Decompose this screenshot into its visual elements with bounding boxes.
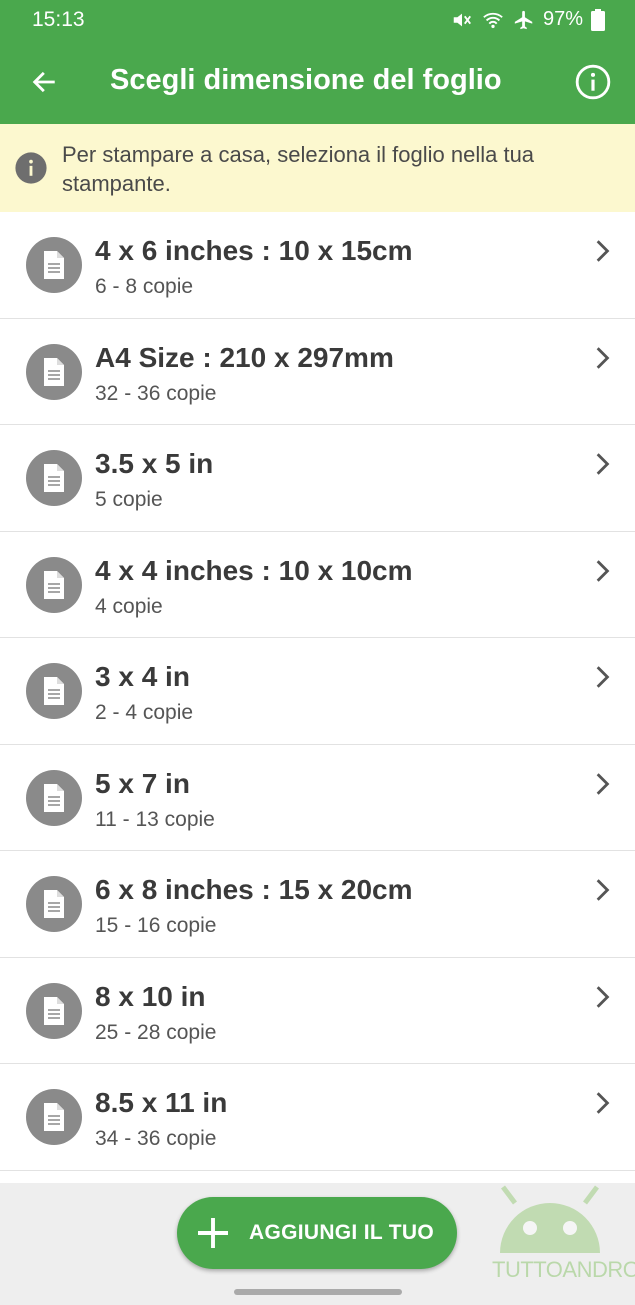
document-icon: [26, 343, 82, 400]
watermark-text: TUTTOANDROID: [492, 1257, 635, 1282]
list-item[interactable]: 3 x 4 in 2 - 4 copie: [0, 638, 635, 745]
add-your-own-button[interactable]: AGGIUNGI IL TUO: [177, 1197, 457, 1269]
battery-percent: 97%: [542, 8, 583, 30]
watermark-logo: TUTTOANDROID: [490, 1183, 635, 1293]
size-copies: 32 - 36 copie: [95, 381, 217, 405]
chevron-right-icon: [596, 453, 610, 475]
size-copies: 2 - 4 copie: [95, 701, 194, 724]
document-icon: [26, 450, 82, 506]
size-title: 3.5 x 5 in: [95, 448, 214, 479]
list-item[interactable]: 4 x 6 inches : 10 x 15cm 6 - 8 copie: [0, 212, 635, 319]
battery-icon: [591, 8, 605, 31]
status-bar: 15:13 97%: [0, 0, 635, 40]
home-indicator[interactable]: [234, 1289, 402, 1295]
size-title: 8 x 10 in: [95, 980, 206, 1012]
size-title: 4 x 4 inches : 10 x 10cm: [95, 554, 413, 586]
document-icon: [26, 556, 82, 613]
chevron-right-icon: [596, 240, 610, 262]
document-icon: [26, 982, 82, 1039]
size-copies: 4 copie: [95, 594, 163, 618]
add-your-own-label: AGGIUNGI IL TUO: [249, 1221, 434, 1244]
chevron-right-icon: [596, 772, 610, 795]
size-title: 6 x 8 inches : 15 x 20cm: [95, 874, 413, 905]
arrow-back-icon: [32, 71, 55, 93]
list-item[interactable]: 8 x 10 in 25 - 28 copie: [0, 957, 635, 1064]
chevron-right-icon: [596, 1092, 610, 1114]
size-copies: 25 - 28 copie: [95, 1020, 217, 1044]
document-icon: [26, 663, 82, 719]
size-copies: 34 - 36 copie: [95, 1127, 217, 1150]
size-copies: 6 - 8 copie: [95, 275, 194, 298]
size-copies: 5 copie: [95, 488, 163, 511]
document-icon: [26, 237, 82, 293]
list-item[interactable]: 3.5 x 5 in 5 copie: [0, 425, 635, 532]
list-item[interactable]: 5 x 7 in 11 - 13 copie: [0, 744, 635, 851]
list-item[interactable]: 8.5 x 11 in 34 - 36 copie: [0, 1064, 635, 1171]
status-time: 15:13: [32, 8, 85, 31]
plus-icon: [198, 1218, 228, 1248]
size-copies: 11 - 13 copie: [95, 807, 215, 831]
document-icon: [26, 769, 82, 826]
banner-text: Per stampare a casa, seleziona il foglio…: [62, 142, 535, 196]
chevron-right-icon: [596, 879, 610, 901]
info-button[interactable]: [571, 60, 615, 104]
page-title: Scegli dimensione del foglio: [110, 64, 502, 96]
size-title: A4 Size : 210 x 297mm: [95, 341, 394, 373]
info-outline-icon: [575, 64, 611, 100]
app-bar: Scegli dimensione del foglio: [0, 40, 635, 124]
size-copies: 15 - 16 copie: [95, 914, 217, 937]
size-title: 4 x 6 inches : 10 x 15cm: [95, 235, 413, 266]
info-icon: [15, 152, 47, 184]
paper-size-list: 4 x 6 inches : 10 x 15cm 6 - 8 copie A4 …: [0, 212, 635, 1171]
airplane-icon: [514, 10, 533, 29]
size-title: 8.5 x 11 in: [95, 1087, 228, 1118]
mute-icon: [453, 13, 471, 26]
list-item[interactable]: 4 x 4 inches : 10 x 10cm 4 copie: [0, 531, 635, 638]
list-item[interactable]: A4 Size : 210 x 297mm 32 - 36 copie: [0, 318, 635, 425]
document-icon: [26, 1089, 82, 1145]
chevron-right-icon: [596, 985, 610, 1008]
chevron-right-icon: [596, 666, 610, 688]
size-title: 5 x 7 in: [95, 767, 190, 799]
back-button[interactable]: [22, 60, 66, 104]
size-title: 3 x 4 in: [95, 661, 190, 692]
chevron-right-icon: [596, 559, 610, 582]
info-banner: Per stampare a casa, seleziona il foglio…: [0, 124, 635, 212]
bottom-bar: TUTTOANDROID AGGIUNGI IL TUO: [0, 1183, 635, 1305]
wifi-icon: [483, 12, 503, 28]
status-icons: 97%: [451, 8, 605, 31]
chevron-right-icon: [596, 346, 610, 369]
list-item[interactable]: 6 x 8 inches : 15 x 20cm 15 - 16 copie: [0, 851, 635, 958]
document-icon: [26, 876, 82, 932]
